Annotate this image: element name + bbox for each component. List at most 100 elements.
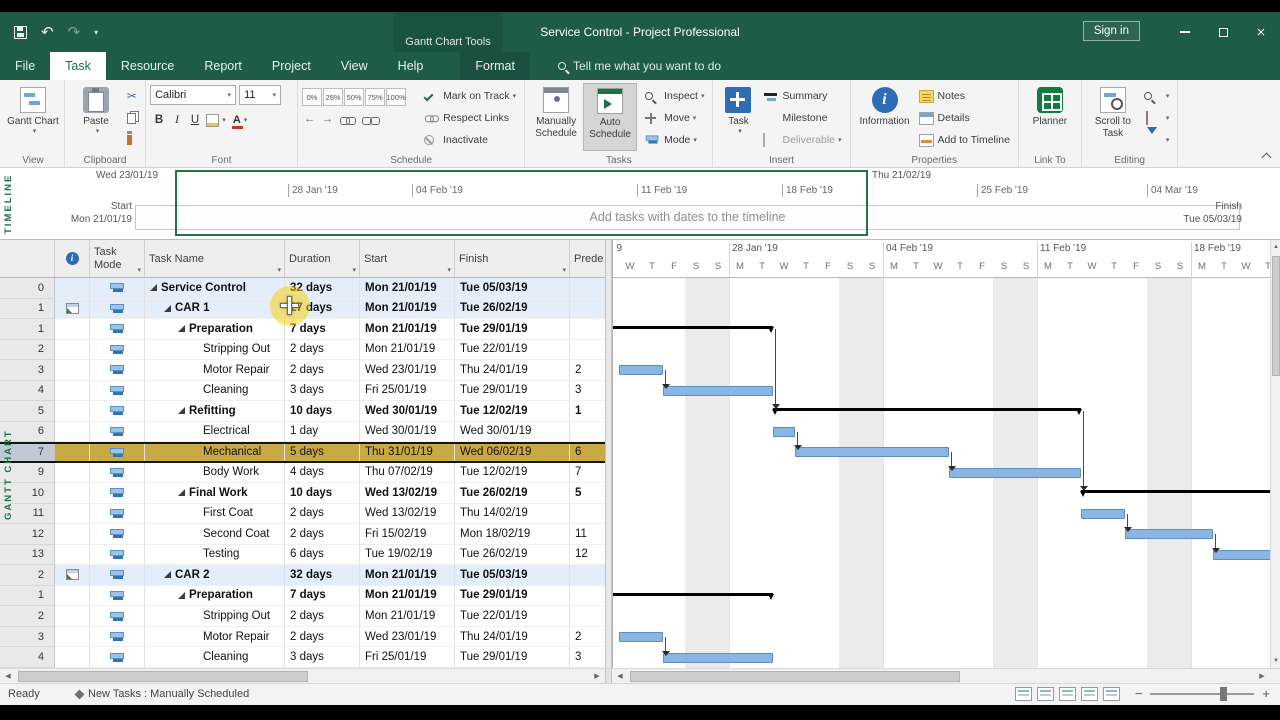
- chart-scroll-right-icon[interactable]: ▶: [1254, 669, 1270, 684]
- info-cell[interactable]: [55, 647, 90, 668]
- task-mode-cell[interactable]: [90, 483, 145, 504]
- task-bar[interactable]: [1213, 549, 1270, 560]
- task-mode-cell[interactable]: [90, 585, 145, 607]
- start-cell[interactable]: Wed 30/01/19: [360, 421, 455, 443]
- duration-cell[interactable]: 10 days: [285, 483, 360, 504]
- summary-bar[interactable]: [772, 408, 1082, 416]
- start-cell[interactable]: Mon 21/01/19: [360, 339, 455, 361]
- summary-bar[interactable]: [613, 326, 774, 334]
- background-color-button[interactable]: ▾: [204, 111, 228, 129]
- row-number-cell[interactable]: 1: [0, 319, 55, 340]
- duration-cell[interactable]: 10 days: [285, 401, 360, 422]
- predecessors-cell[interactable]: 3: [570, 647, 605, 668]
- task-name-header[interactable]: Task Name ▾: [145, 240, 285, 277]
- task-mode-cell[interactable]: [90, 380, 145, 402]
- start-cell[interactable]: Tue 19/02/19: [360, 544, 455, 566]
- duration-cell[interactable]: 2 days: [285, 503, 360, 525]
- predecessors-cell[interactable]: [570, 586, 605, 607]
- dependency-link[interactable]: [1127, 513, 1128, 528]
- mode-button[interactable]: Mode ▾: [641, 129, 708, 151]
- task-row[interactable]: 1 Preparation 7 days Mon 21/01/19 Tue 29/01/…: [0, 585, 605, 607]
- task-mode-cell[interactable]: [90, 606, 145, 627]
- task-row[interactable]: 10 Final Work 10 days Wed 13/02/19 Tue 26/02…: [0, 483, 605, 504]
- row-number-cell[interactable]: 1: [0, 585, 55, 607]
- row-number-cell[interactable]: 3: [0, 360, 55, 381]
- zoom-slider-thumb[interactable]: [1220, 686, 1228, 701]
- duration-cell[interactable]: 2 days: [285, 524, 360, 545]
- respect-links-button[interactable]: Respect Links: [420, 107, 520, 129]
- expand-collapse-icon[interactable]: [164, 571, 171, 579]
- underline-button[interactable]: U: [186, 111, 204, 129]
- task-name-cell[interactable]: Final Work: [145, 483, 285, 504]
- filter-arrow-icon[interactable]: ▾: [277, 266, 281, 274]
- summary-bar[interactable]: [1080, 490, 1270, 498]
- task-mode-cell[interactable]: [90, 298, 145, 320]
- dependency-link[interactable]: [1215, 534, 1216, 548]
- duration-cell[interactable]: 2 days: [285, 626, 360, 648]
- predecessors-cell[interactable]: [570, 278, 605, 299]
- task-row[interactable]: 2 Stripping Out 2 days Mon 21/01/19 Tue 22/0…: [0, 606, 605, 627]
- info-cell[interactable]: [55, 565, 90, 586]
- finish-cell[interactable]: Tue 05/03/19: [455, 278, 570, 299]
- save-icon[interactable]: [14, 25, 27, 39]
- dependency-link[interactable]: [775, 329, 776, 405]
- filter-arrow-icon[interactable]: ▾: [562, 266, 566, 274]
- unlink-tasks-icon[interactable]: [362, 116, 381, 125]
- finish-cell[interactable]: Tue 29/01/19: [455, 319, 570, 340]
- table-scroll-left-icon[interactable]: ◀: [0, 669, 16, 684]
- finish-cell[interactable]: Tue 26/02/19: [455, 298, 570, 320]
- predecessors-cell[interactable]: 11: [570, 524, 605, 545]
- start-header[interactable]: Start ▾: [360, 240, 455, 277]
- font-family-select[interactable]: Calibri ▾: [150, 85, 237, 105]
- task-mode-cell[interactable]: [90, 339, 145, 361]
- finish-cell[interactable]: Tue 12/02/19: [455, 462, 570, 484]
- start-cell[interactable]: Fri 15/02/19: [360, 524, 455, 545]
- task-name-cell[interactable]: Preparation: [145, 319, 285, 340]
- task-row[interactable]: 6 Electrical 1 day Wed 30/01/19 Wed 30/01/19: [0, 421, 605, 443]
- zoom-out-icon[interactable]: −: [1135, 686, 1143, 701]
- row-number-cell[interactable]: 2: [0, 565, 55, 586]
- start-cell[interactable]: Fri 25/01/19: [360, 647, 455, 668]
- task-name-cell[interactable]: Service Control: [145, 278, 285, 299]
- finish-cell[interactable]: Tue 26/02/19: [455, 544, 570, 566]
- tell-me-search[interactable]: Tell me what you want to do: [557, 52, 721, 80]
- tab-file[interactable]: File: [0, 52, 50, 80]
- inactivate-button[interactable]: Inactivate: [420, 129, 520, 151]
- duration-cell[interactable]: 6 days: [285, 544, 360, 566]
- task-mode-header[interactable]: Task Mode ▾: [90, 240, 145, 277]
- task-mode-cell[interactable]: [90, 544, 145, 566]
- task-name-cell[interactable]: Refitting: [145, 401, 285, 422]
- finish-cell[interactable]: Thu 14/02/19: [455, 503, 570, 525]
- manually-schedule-button[interactable]: Manually Schedule: [529, 83, 583, 151]
- task-bar[interactable]: [949, 467, 1081, 478]
- task-row[interactable]: 13 Testing 6 days Tue 19/02/19 Tue 26/02/19 1…: [0, 544, 605, 566]
- finish-cell[interactable]: Tue 29/01/19: [455, 585, 570, 607]
- task-name-cell[interactable]: Mechanical: [145, 444, 285, 461]
- percent-complete-button[interactable]: 0%: [302, 88, 323, 106]
- finish-cell[interactable]: Tue 29/01/19: [455, 647, 570, 668]
- report-view-icon[interactable]: [1103, 687, 1120, 701]
- info-cell[interactable]: [55, 380, 90, 402]
- task-bar[interactable]: [663, 652, 773, 663]
- duration-cell[interactable]: 2 days: [285, 360, 360, 381]
- info-cell[interactable]: [55, 544, 90, 566]
- task-mode-cell[interactable]: [90, 626, 145, 648]
- start-cell[interactable]: Thu 31/01/19: [360, 444, 455, 461]
- start-cell[interactable]: Mon 21/01/19: [360, 278, 455, 299]
- predecessors-cell[interactable]: 12: [570, 545, 605, 566]
- filter-arrow-icon[interactable]: ▾: [447, 266, 451, 274]
- clear-button[interactable]: ▾: [1140, 107, 1174, 129]
- percent-complete-button[interactable]: 50%: [344, 88, 365, 106]
- bold-button[interactable]: B: [150, 111, 168, 129]
- row-number-cell[interactable]: 1: [0, 298, 55, 320]
- finish-cell[interactable]: Thu 24/01/19: [455, 360, 570, 381]
- tab-resource[interactable]: Resource: [106, 52, 190, 80]
- task-bar[interactable]: [1125, 529, 1213, 540]
- auto-schedule-button[interactable]: Auto Schedule: [583, 83, 638, 151]
- chart-scroll-thumb[interactable]: [630, 671, 960, 682]
- task-row[interactable]: 9 Body Work 4 days Thu 07/02/19 Tue 12/02/19…: [0, 462, 605, 484]
- dependency-link[interactable]: [665, 370, 666, 384]
- finish-cell[interactable]: Tue 05/03/19: [455, 565, 570, 586]
- predecessors-cell[interactable]: [570, 606, 605, 627]
- predecessors-cell[interactable]: 1: [570, 401, 605, 422]
